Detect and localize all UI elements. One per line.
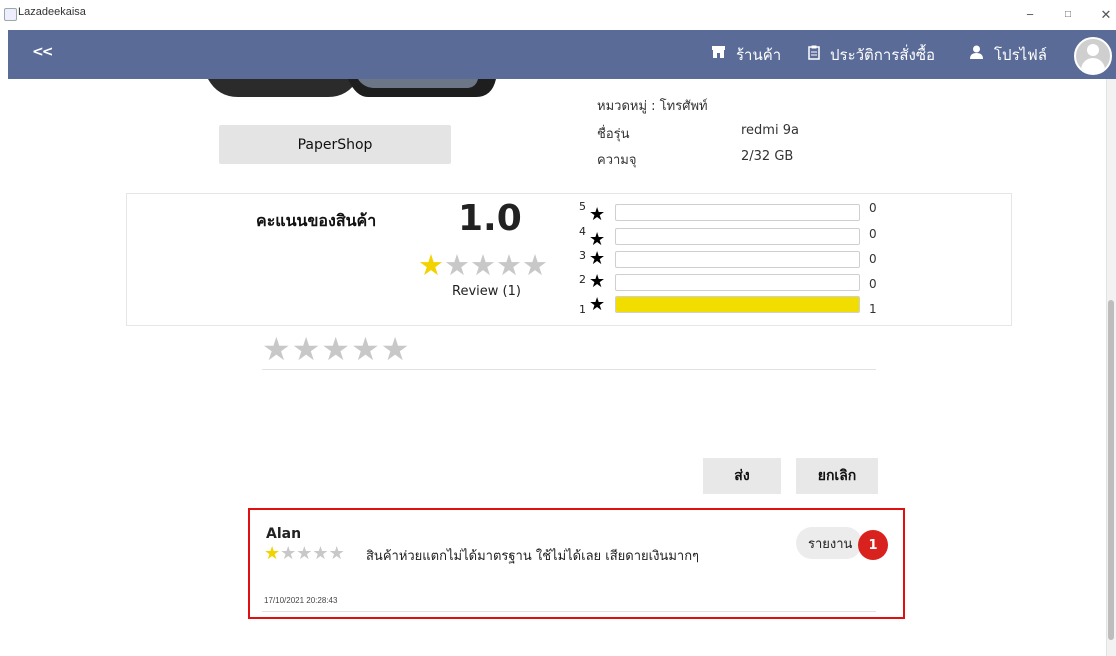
review-divider (262, 611, 876, 612)
product-category: หมวดหมู่ : โทรศัพท์ (597, 99, 708, 114)
cancel-button[interactable]: ยกเลิก (796, 458, 878, 494)
minimize-button[interactable]: − (1012, 0, 1048, 30)
nav-profile[interactable]: โปรไฟล์ (994, 43, 1047, 67)
rating-score-stars: ★★★★★ (418, 250, 548, 280)
breakdown-bar (615, 296, 860, 313)
breakdown-bar (615, 274, 860, 291)
spec-label-model: ชื่อรุ่น (597, 127, 630, 142)
window-title: Lazadeekaisa (18, 6, 86, 18)
avatar[interactable] (1074, 37, 1112, 75)
breakdown-bar (615, 251, 860, 268)
star-icon: ★ (589, 248, 606, 269)
store-icon (712, 45, 725, 63)
review-stars: ★★★★★ (264, 543, 345, 564)
star-filled-icon: ★ (418, 248, 444, 282)
breakdown-count: 0 (869, 201, 877, 215)
star-icon: ★ (589, 294, 606, 315)
send-button[interactable]: ส่ง (703, 458, 781, 494)
star-empty-icon: ★ (280, 543, 297, 564)
breakdown-stars-label: 5 (579, 200, 586, 213)
top-nav-bar: << ร้านค้า ประวัติการสั่งซื้อ โปรไฟล์ (8, 30, 1116, 79)
rating-input-stars[interactable]: ★★★★★ (262, 330, 410, 368)
star-empty-icon: ★ (296, 543, 313, 564)
star-empty-icon: ★ (470, 248, 496, 282)
spec-value-capacity: 2/32 GB (741, 149, 794, 164)
review-date: 17/10/2021 20:28:43 (264, 596, 338, 605)
nav-order-history[interactable]: ประวัติการสั่งซื้อ (830, 43, 935, 67)
back-button[interactable]: << (32, 44, 54, 60)
shop-button[interactable]: PaperShop (219, 125, 451, 164)
report-button[interactable]: รายงาน (796, 527, 862, 559)
spec-value-model: redmi 9a (741, 123, 799, 138)
product-image (208, 79, 496, 99)
star-empty-icon: ★ (312, 543, 329, 564)
app-icon (4, 8, 17, 21)
star-empty-icon: ★ (522, 248, 548, 282)
rating-title: คะแนนของสินค้า (256, 211, 377, 230)
nav-store[interactable]: ร้านค้า (736, 43, 781, 67)
breakdown-count: 0 (869, 277, 877, 291)
breakdown-bar-fill (616, 297, 859, 312)
star-empty-icon: ★ (444, 248, 470, 282)
rating-score: 1.0 (458, 198, 522, 239)
scrollbar-thumb[interactable] (1108, 300, 1114, 640)
star-icon: ★ (589, 204, 606, 225)
report-count-badge: 1 (858, 530, 888, 560)
star-icon: ★ (589, 229, 606, 250)
review-input-line[interactable] (262, 369, 876, 370)
star-icon: ★ (589, 271, 606, 292)
review-count: Review (1) (452, 284, 521, 299)
breakdown-stars-label: 3 (579, 249, 586, 262)
maximize-button[interactable]: □ (1050, 0, 1086, 30)
breakdown-bar (615, 204, 860, 221)
star-empty-icon: ★ (328, 543, 345, 564)
review-author: Alan (266, 526, 302, 542)
clipboard-icon (808, 45, 820, 64)
breakdown-stars-label: 1 (579, 303, 586, 316)
star-empty-icon: ★ (496, 248, 522, 282)
breakdown-count: 0 (869, 252, 877, 266)
spec-label-capacity: ความจุ (597, 153, 637, 168)
star-filled-icon: ★ (264, 543, 281, 564)
breakdown-count: 1 (869, 302, 877, 316)
breakdown-bar (615, 228, 860, 245)
breakdown-count: 0 (869, 227, 877, 241)
close-button[interactable]: ✕ (1088, 0, 1116, 30)
review-text: สินค้าห่วยแตกไม่ได้มาตรฐาน ใช้ไม่ได้เลย … (366, 549, 700, 564)
breakdown-stars-label: 2 (579, 273, 586, 286)
breakdown-stars-label: 4 (579, 225, 586, 238)
user-icon (970, 45, 983, 63)
window-titlebar (0, 0, 1116, 30)
